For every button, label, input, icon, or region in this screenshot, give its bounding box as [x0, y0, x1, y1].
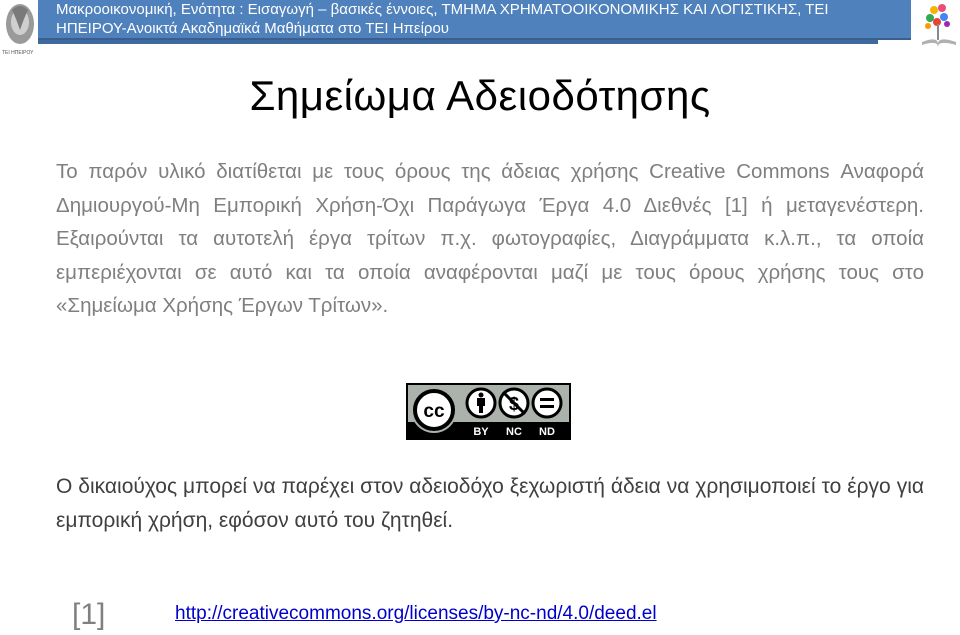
cc-by-nc-nd-badge[interactable]: cc $ BY NC ND [406, 383, 571, 440]
non-commercial-icon: $ [498, 387, 530, 419]
header-shadow [38, 40, 878, 44]
cc-icon: cc [411, 387, 457, 433]
page-title: Σημείωμα Αδειοδότησης [249, 72, 711, 119]
open-courses-logo [922, 4, 956, 47]
no-derivatives-icon [531, 387, 563, 419]
attribution-icon [465, 387, 497, 419]
cc-label: cc [423, 401, 445, 422]
license-link[interactable]: http://creativecommons.org/licenses/by-n… [175, 603, 657, 625]
logo-caption: ΤΕΙ ΗΠΕΙΡΟΥ [2, 50, 34, 56]
badge-label-by: BY [473, 426, 489, 438]
header-title: Μακροοικονομική, Ενότητα : Εισαγωγή – βα… [56, 0, 906, 38]
commercial-use-paragraph: Ο δικαιούχος μπορεί να παρέχει στον αδει… [56, 475, 924, 532]
license-paragraph: Το παρόν υλικό διατίθεται με τους όρους … [56, 160, 924, 317]
header-title-line1: Μακροοικονομική, Ενότητα : Εισαγωγή – βα… [56, 1, 829, 18]
tei-epirus-logo: ΤΕΙ ΗΠΕΙΡΟΥ [2, 4, 34, 56]
reference-number: [1] [72, 598, 106, 631]
header-title-line2: ΗΠΕΙΡΟΥ-Ανοικτά Ακαδημαϊκά Μαθήματα στο … [56, 20, 449, 37]
badge-label-nd: ND [539, 426, 555, 438]
badge-label-nc: NC [506, 426, 522, 438]
